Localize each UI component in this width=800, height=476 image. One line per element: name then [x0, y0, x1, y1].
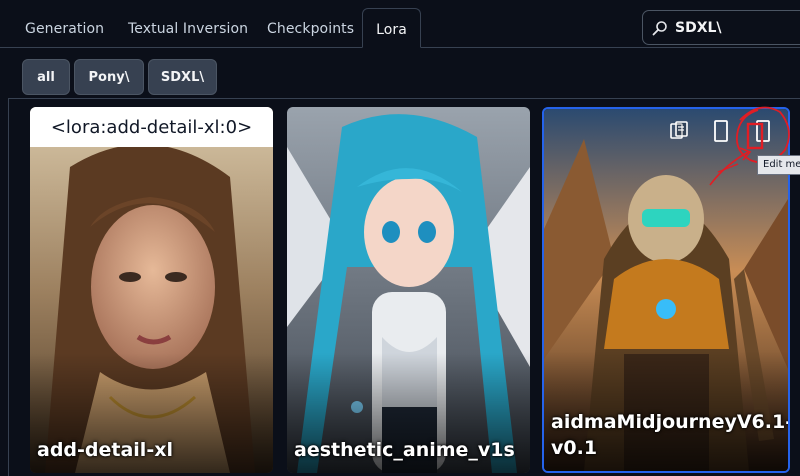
edit-metadata-button[interactable]: [752, 120, 774, 146]
edit-metadata-icon: [755, 119, 771, 147]
edit-metadata-tooltip: Edit me: [757, 155, 800, 175]
replace-preview-button[interactable]: [710, 120, 732, 146]
lora-card-aidma-midjourney[interactable]: aidmaMidjourneyV6.1-v0.1: [542, 107, 790, 473]
filter-pony-button[interactable]: Pony\: [74, 59, 144, 95]
lora-card-aesthetic-anime[interactable]: aesthetic_anime_v1s: [287, 107, 530, 473]
filter-all-button[interactable]: all: [22, 59, 70, 95]
card-name: aesthetic_anime_v1s: [294, 439, 515, 461]
lora-card-add-detail-xl[interactable]: <lora:add-detail-xl:0> add-detail-xl: [30, 107, 273, 473]
tab-bar: Generation Textual Inversion Checkpoints…: [0, 0, 800, 50]
card-action-buttons: [668, 120, 774, 146]
card-name: add-detail-xl: [37, 439, 173, 461]
card-prompt-overlay: <lora:add-detail-xl:0>: [30, 107, 273, 147]
copy-path-icon: [668, 120, 690, 146]
search-icon: [651, 19, 669, 37]
filter-sdxl-button[interactable]: SDXL\: [148, 59, 217, 95]
filter-bar: all Pony\ SDXL\: [22, 59, 217, 95]
tab-lora[interactable]: Lora: [362, 8, 421, 48]
search-value: SDXL\: [675, 19, 722, 36]
tab-generation[interactable]: Generation: [25, 10, 104, 48]
copy-path-button[interactable]: [668, 120, 690, 146]
search-input[interactable]: SDXL\: [642, 10, 800, 45]
card-name: aidmaMidjourneyV6.1-v0.1: [551, 411, 790, 459]
tab-checkpoints[interactable]: Checkpoints: [267, 10, 354, 48]
tab-textual-inversion[interactable]: Textual Inversion: [128, 10, 248, 48]
replace-preview-icon: [713, 119, 729, 147]
